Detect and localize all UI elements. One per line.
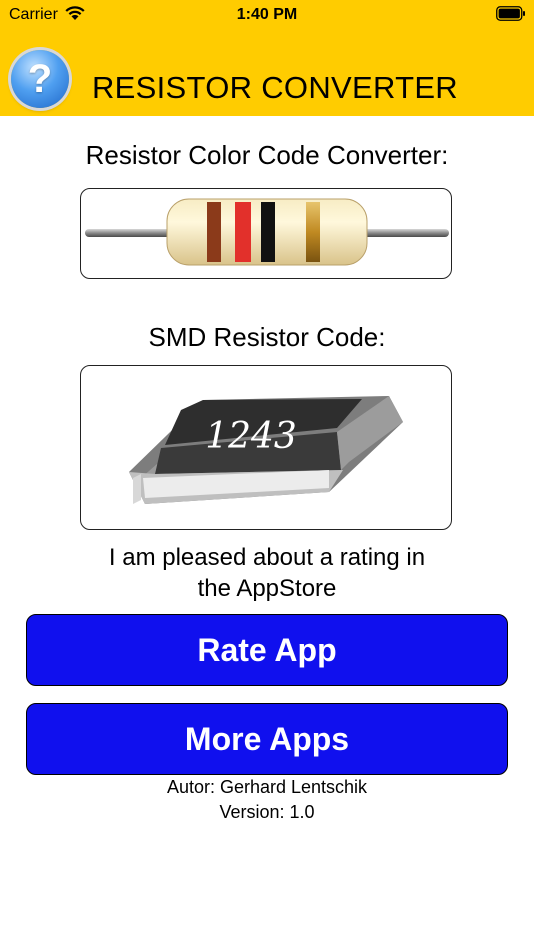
color-code-title: Resistor Color Code Converter:	[85, 140, 449, 170]
version-label: Version: 1.0	[219, 802, 315, 822]
smd-converter-card[interactable]: 1243	[80, 365, 452, 530]
status-bar: Carrier 1:40 PM	[0, 0, 534, 30]
smd-code-title: SMD Resistor Code:	[148, 322, 386, 352]
help-question-icon: ?	[27, 57, 53, 101]
author-label: Autor: Gerhard Lentschik	[166, 777, 368, 797]
resistor-color-band-image	[85, 198, 449, 266]
battery-icon	[496, 6, 525, 21]
rating-message: I am pleased about a rating in the AppSt…	[0, 542, 534, 604]
smd-code-text: 1243	[205, 416, 297, 457]
help-button[interactable]: ?	[11, 50, 69, 108]
status-time: 1:40 PM	[236, 6, 298, 23]
app-title: RESISTOR CONVERTER	[92, 70, 458, 105]
smd-resistor-image: 1243	[129, 396, 403, 504]
rate-app-button[interactable]: Rate App	[26, 614, 508, 686]
app-header: Carrier 1:40 PM ? RESISTOR CONVERTER	[0, 0, 534, 116]
rating-message-line2: the AppStore	[197, 575, 337, 602]
rating-message-line1: I am pleased about a rating in	[108, 544, 426, 571]
more-apps-button[interactable]: More Apps	[26, 703, 508, 775]
color-code-converter-card[interactable]	[80, 188, 452, 279]
